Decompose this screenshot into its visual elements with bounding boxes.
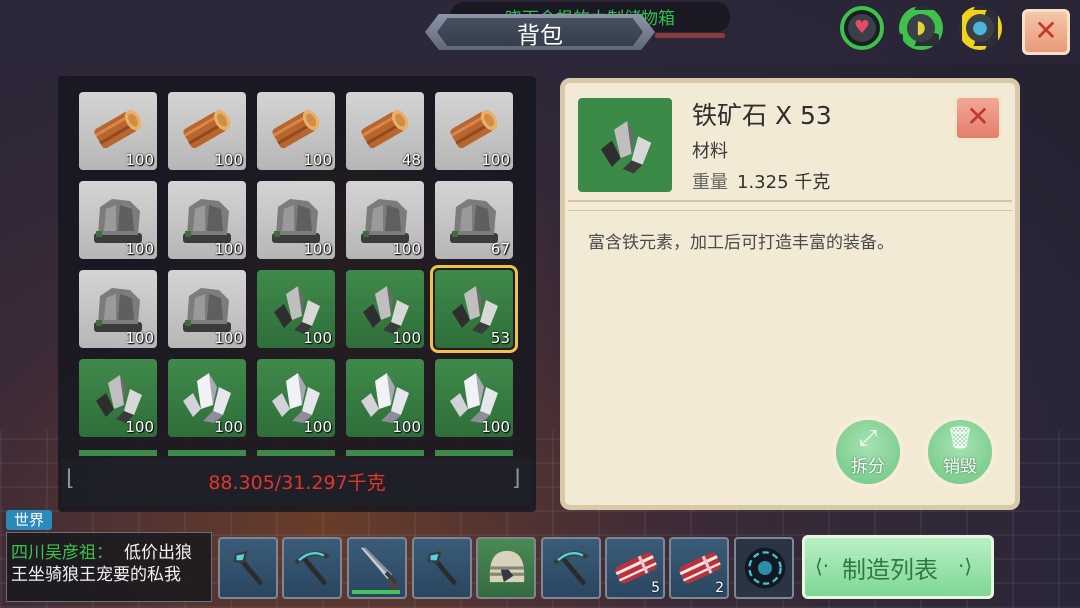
close-detail-button[interactable]: ✕ xyxy=(954,95,1002,141)
item-count: 100 xyxy=(392,418,421,436)
item-count: 100 xyxy=(303,329,332,347)
item-count: 100 xyxy=(303,240,332,258)
detail-divider-thin xyxy=(568,210,1012,211)
hotbar-slot[interactable] xyxy=(412,537,472,599)
hotbar-slot[interactable] xyxy=(734,537,794,599)
banana-glyph: ◗ xyxy=(907,14,935,42)
destroy-button[interactable]: 🗑 销毁 xyxy=(924,416,996,488)
inventory-slot[interactable]: 100 xyxy=(79,181,157,259)
chat-channel-tab[interactable]: 世界 xyxy=(6,510,52,530)
item-count: 100 xyxy=(303,151,332,169)
detail-divider xyxy=(568,200,1012,202)
item-count: 100 xyxy=(125,151,154,169)
iron-ore-icon xyxy=(578,98,672,192)
inventory-slot[interactable]: 100 xyxy=(168,359,246,437)
inventory-slot[interactable]: 100 xyxy=(257,270,335,348)
item-type: 材料 xyxy=(692,141,728,162)
inventory-slot[interactable]: 100 xyxy=(168,181,246,259)
item-count: 100 xyxy=(125,329,154,347)
item-count: 100 xyxy=(481,151,510,169)
item-count: 48 xyxy=(401,151,421,169)
hotbar-slot[interactable]: 2 xyxy=(669,537,729,599)
inventory-slot[interactable]: 100 xyxy=(168,92,246,170)
item-count: 100 xyxy=(392,240,421,258)
inventory-slot[interactable]: 100 xyxy=(435,92,513,170)
inventory-slot[interactable]: 100 xyxy=(435,359,513,437)
item-count: 100 xyxy=(214,418,243,436)
item-count: 100 xyxy=(303,418,332,436)
split-label: 拆分 xyxy=(851,457,885,477)
inventory-slot[interactable]: 100 xyxy=(257,92,335,170)
inventory-slot[interactable]: 100 xyxy=(168,270,246,348)
hotbar-slot[interactable] xyxy=(541,537,601,599)
hotbar-slot[interactable]: 5 xyxy=(605,537,665,599)
item-name: 铁矿石 X 53 xyxy=(692,101,832,130)
inventory-slot[interactable]: 100 xyxy=(79,92,157,170)
next-row-slot-3 xyxy=(257,450,335,456)
item-weight-value: 1.325 千克 xyxy=(737,172,831,193)
carry-weight: 88.305/31.297千克 xyxy=(208,472,386,494)
water-drop-glyph: ● xyxy=(966,14,994,42)
destroy-label: 销毁 xyxy=(943,457,977,477)
next-row-slot-2 xyxy=(168,450,246,456)
item-count: 100 xyxy=(125,418,154,436)
inventory-slot[interactable]: 100 xyxy=(346,270,424,348)
item-count: 100 xyxy=(481,418,510,436)
inventory-slot[interactable]: 67 xyxy=(435,181,513,259)
split-button[interactable]: ⤢ 拆分 xyxy=(832,416,904,488)
craft-right-ornament: ·⟩ xyxy=(958,554,973,578)
chest-health-bar xyxy=(655,33,725,38)
selected-slot-frame xyxy=(430,265,518,353)
health-heart-icon: ♥ xyxy=(840,6,884,50)
item-count: 100 xyxy=(214,240,243,258)
hotbar-slot[interactable] xyxy=(282,537,342,599)
item-description: 富含铁元素，加工后可打造丰富的装备。 xyxy=(588,233,894,253)
craft-list-label: 制造列表 xyxy=(842,556,938,584)
item-weight-label: 重量 xyxy=(692,172,728,193)
inventory-slot[interactable]: 100 xyxy=(257,359,335,437)
hunger-banana-icon: ◗ xyxy=(899,6,943,50)
hotbar-count: 2 xyxy=(715,580,724,596)
item-count: 67 xyxy=(490,240,510,258)
close-button[interactable]: ✕ xyxy=(1022,9,1070,55)
thirst-water-drop-icon: ● xyxy=(958,6,1002,50)
heart-glyph: ♥ xyxy=(848,14,876,42)
inventory-slot[interactable]: 100 xyxy=(346,359,424,437)
hotbar-slot[interactable] xyxy=(218,537,278,599)
next-row-slot-4 xyxy=(346,450,424,456)
inventory-slot[interactable]: 48 xyxy=(346,92,424,170)
inventory-slot[interactable]: 100 xyxy=(257,181,335,259)
page-title: 背包 xyxy=(517,23,563,49)
sword-durability-bar xyxy=(352,590,400,594)
hotbar-count: 5 xyxy=(651,580,660,596)
item-count: 100 xyxy=(125,240,154,258)
chat-message-line-2: 王坐骑狼王宠要的私我 xyxy=(11,565,181,585)
next-row-slot-5 xyxy=(435,450,513,456)
split-arrows-icon: ⤢ xyxy=(859,426,877,451)
item-count: 100 xyxy=(214,329,243,347)
next-row-slot-1 xyxy=(79,450,157,456)
item-count: 100 xyxy=(392,329,421,347)
trash-icon: 🗑 xyxy=(946,426,974,451)
inventory-slot[interactable]: 100 xyxy=(79,270,157,348)
inventory-slot[interactable]: 100 xyxy=(79,359,157,437)
inventory-slot[interactable]: 100 xyxy=(346,181,424,259)
item-count: 100 xyxy=(214,151,243,169)
craft-left-ornament: ⟨· xyxy=(815,554,830,578)
hotbar-slot[interactable] xyxy=(476,537,536,599)
